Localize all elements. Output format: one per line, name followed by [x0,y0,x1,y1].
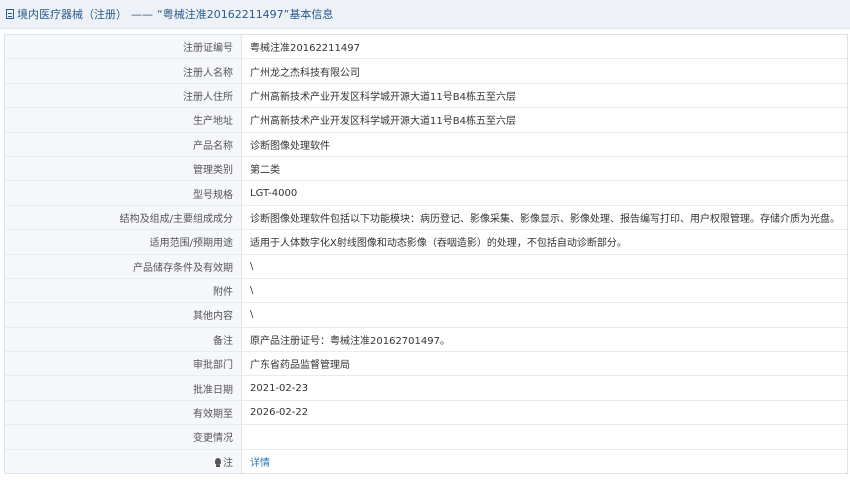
row-value: 诊断图像处理软件包括以下功能模块：病历登记、影像采集、影像显示、影像处理、报告编… [241,205,847,231]
table-row: 审批部门 广东省药品监督管理局 [5,351,847,377]
table-row: 备注 原产品注册证号：粤械注准20162701497。 [5,327,847,353]
row-label: 注册证编号 [5,35,242,60]
row-label: 附件 [5,278,242,304]
note-label-wrap: 注 [215,454,233,469]
table-row: 附件 \ [5,278,847,304]
details-link[interactable]: 详情 [250,458,270,469]
table-row: 注册证编号 粤械注准20162211497 [5,35,847,60]
info-table-card: 注册证编号 粤械注准20162211497 注册人名称 广州龙之杰科技有限公司 注册人住… [4,34,848,475]
row-value: \ [241,278,847,304]
table-row: 生产地址 广州高新技术产业开发区科学城开源大道11号B4栋五至六层 [5,107,847,133]
header-title: “粤械注准20162211497”基本信息 [157,8,334,21]
table-row: 批准日期 2021-02-23 [5,375,847,401]
table-row: 型号规格 LGT-4000 [5,180,847,206]
row-value: 广东省药品监督管理局 [241,351,847,377]
note-value-cell: 详情 [242,449,848,473]
row-value: \ [241,302,847,328]
table-row: 适用范围/预期用途 适用于人体数字化X射线图像和动态影像（吞咽造影）的处理，不包括… [5,229,847,255]
row-value: 2026-02-22 [241,400,847,426]
row-value: 粤械注准20162211497 [241,35,847,60]
row-value: LGT-4000 [241,180,847,206]
row-value: 广州高新技术产业开发区科学城开源大道11号B4栋五至六层 [241,107,847,133]
row-label: 审批部门 [5,351,242,377]
header-separator: —— [131,7,153,21]
lightbulb-icon [215,457,221,467]
row-value: 适用于人体数字化X射线图像和动态影像（吞咽造影）的处理，不包括自动诊断部分。 [241,229,847,255]
row-label: 产品名称 [5,132,242,157]
document-icon [6,9,14,19]
row-label: 备注 [5,327,242,353]
table-row: 产品名称 诊断图像处理软件 [5,132,847,157]
table-row: 有效期至 2026-02-22 [5,400,847,426]
note-label: 注 [223,457,233,469]
row-label: 产品储存条件及有效期 [5,254,242,279]
row-label: 型号规格 [5,180,242,206]
row-label: 变更情况 [5,424,242,450]
table-row: 变更情况 [5,424,847,450]
table-row: 产品储存条件及有效期 \ [5,254,847,279]
note-row: 注 详情 [5,449,848,474]
table-row: 管理类别 第二类 [5,156,847,182]
row-value [241,424,847,450]
row-value: \ [241,254,847,279]
row-label: 有效期至 [5,400,242,426]
page-header: 境内医疗器械（注册） —— “粤械注准20162211497”基本信息 [0,0,850,29]
row-value: 广州高新技术产业开发区科学城开源大道11号B4栋五至六层 [241,83,847,109]
row-label: 批准日期 [5,375,242,401]
row-label: 结构及组成/主要组成成分 [5,205,242,231]
row-value: 第二类 [241,156,847,182]
note-label-cell: 注 [5,449,242,474]
table-row: 其他内容 \ [5,302,847,328]
info-table: 注册证编号 粤械注准20162211497 注册人名称 广州龙之杰科技有限公司 注册人住… [5,35,848,474]
row-label: 注册人名称 [5,58,242,84]
row-value: 2021-02-23 [241,375,847,401]
header-category: 境内医疗器械（注册） [17,8,127,21]
row-label: 注册人住所 [5,83,242,109]
row-value: 原产品注册证号：粤械注准20162701497。 [241,327,847,353]
row-label: 适用范围/预期用途 [5,229,242,255]
table-row: 注册人名称 广州龙之杰科技有限公司 [5,58,847,84]
row-label: 其他内容 [5,302,242,328]
row-value: 诊断图像处理软件 [241,132,847,157]
row-label: 生产地址 [5,107,242,133]
row-label: 管理类别 [5,156,242,182]
row-value: 广州龙之杰科技有限公司 [241,58,847,84]
table-row: 注册人住所 广州高新技术产业开发区科学城开源大道11号B4栋五至六层 [5,83,847,109]
table-row: 结构及组成/主要组成成分 诊断图像处理软件包括以下功能模块：病历登记、影像采集、影… [5,205,847,231]
